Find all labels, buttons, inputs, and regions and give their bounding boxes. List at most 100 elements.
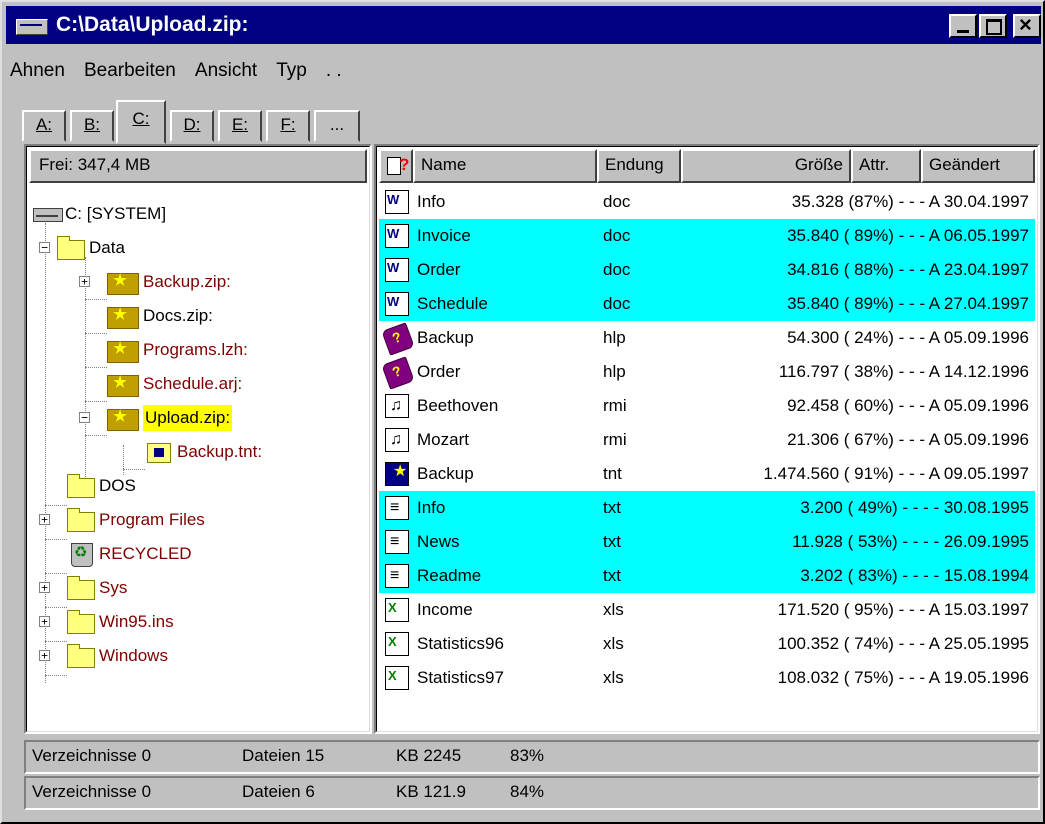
file-name: Backup: [417, 464, 474, 483]
file-name: Schedule: [417, 294, 488, 313]
tab-more-drives[interactable]: ...: [314, 110, 360, 142]
tab-drive-f[interactable]: F:: [266, 110, 310, 142]
tab-drive-b[interactable]: B:: [70, 110, 114, 142]
close-button[interactable]: ×: [1013, 12, 1041, 38]
file-extension: doc: [603, 226, 631, 245]
folder-icon: [67, 610, 95, 634]
file-type-icon: ?: [387, 155, 411, 175]
expand-icon[interactable]: +: [39, 514, 50, 525]
tree-item-dos[interactable]: DOS: [27, 469, 367, 503]
file-extension: hlp: [603, 328, 626, 347]
collapse-icon[interactable]: −: [79, 412, 90, 423]
menu-ahnen[interactable]: Ahnen: [10, 60, 65, 82]
column-header-attr[interactable]: Attr.: [851, 149, 921, 183]
file-row[interactable]: Schedule doc 35.840 ( 89%) - - - A 27.04.1…: [379, 285, 1035, 321]
file-row[interactable]: Info doc 35.328 (87%) - - - A 30.04.1997: [379, 183, 1035, 219]
file-extension: doc: [603, 192, 631, 211]
drive-icon: [16, 19, 48, 35]
menu-more[interactable]: . .: [326, 60, 342, 82]
tree-item-sys[interactable]: + Sys: [27, 571, 367, 605]
status-kb: KB 2245: [396, 746, 462, 765]
collapse-icon[interactable]: −: [39, 242, 50, 253]
tab-drive-d[interactable]: D:: [170, 110, 214, 142]
folder-tree-panel: Frei: 347,4 MB C: [SYSTEM] − Data + ★ Ba…: [24, 144, 372, 734]
tree-item-backup-zip[interactable]: + Backup.zip:: [27, 265, 367, 299]
status-dirs: Verzeichnisse 0: [32, 782, 152, 801]
file-row[interactable]: Info txt 3.200 ( 49%) - - - - 30.08.1995: [379, 491, 1035, 525]
file-row[interactable]: Mozart rmi 21.306 ( 67%) - - - A 05.09.199…: [379, 423, 1035, 457]
window-title: C:\Data\Upload.zip:: [56, 13, 249, 36]
tree-item-windows[interactable]: + Windows: [27, 639, 367, 673]
file-size-attr-date: 35.840 ( 89%) - - - A 06.05.1997: [787, 226, 1029, 245]
tree-item-program-files[interactable]: + Program Files: [27, 503, 367, 537]
recycle-bin-icon: [71, 542, 93, 567]
file-row[interactable]: Invoice doc 35.840 ( 89%) - - - A 06.05.19…: [379, 217, 1035, 253]
status-files: Dateien 15: [242, 746, 325, 765]
column-header-endung[interactable]: Endung: [597, 149, 681, 183]
status-percent: 83%: [510, 746, 545, 765]
expand-icon[interactable]: +: [39, 616, 50, 627]
file-size-attr-date: 21.306 ( 67%) - - - A 05.09.1996: [787, 430, 1029, 449]
file-row[interactable]: Beethoven rmi 92.458 ( 60%) - - - A 05.09.…: [379, 389, 1035, 423]
app-window: C:\Data\Upload.zip: × Ahnen Bearbeiten A…: [0, 0, 1045, 824]
column-header-groesse[interactable]: Größe: [681, 149, 851, 183]
file-row[interactable]: Readme txt 3.202 ( 83%) - - - - 15.08.1994: [379, 559, 1035, 593]
tree-item-recycled[interactable]: RECYCLED: [27, 537, 367, 571]
tab-drive-c[interactable]: C:: [116, 100, 166, 144]
maximize-button[interactable]: [979, 14, 1007, 38]
expand-icon[interactable]: +: [39, 650, 50, 661]
file-name: Statistics97: [417, 668, 504, 687]
file-extension: xls: [603, 634, 624, 653]
tree-label: DOS: [99, 476, 136, 495]
file-row[interactable]: Statistics96 xls 100.352 ( 74%) - - - A 25…: [379, 625, 1035, 661]
column-header-name[interactable]: Name: [413, 149, 597, 183]
file-name: News: [417, 532, 460, 551]
file-row[interactable]: Statistics97 xls 108.032 ( 75%) - - - A 19…: [379, 659, 1035, 695]
menu-typ[interactable]: Typ: [276, 60, 307, 82]
tree-item-data[interactable]: − Data: [27, 231, 367, 265]
tree-label: Data: [89, 238, 125, 257]
file-row[interactable]: Order doc 34.816 ( 88%) - - - A 23.04.1997: [379, 251, 1035, 287]
tree-item-programs-lzh[interactable]: Programs.lzh:: [27, 333, 367, 367]
tree-item-backup-tnt[interactable]: Backup.tnt:: [27, 435, 367, 469]
status-kb: KB 121.9: [396, 782, 466, 801]
file-size-attr-date: 171.520 ( 95%) - - - A 15.03.1997: [777, 600, 1029, 619]
tree-label: Schedule.arj:: [143, 374, 243, 393]
text-file-icon: [385, 559, 409, 593]
menu-bearbeiten[interactable]: Bearbeiten: [84, 60, 176, 82]
tab-drive-e[interactable]: E:: [218, 110, 262, 142]
file-row[interactable]: Income xls 171.520 ( 95%) - - - A 15.03.19…: [379, 591, 1035, 627]
minimize-button[interactable]: [949, 14, 977, 38]
tab-drive-a[interactable]: A:: [22, 110, 66, 142]
file-row[interactable]: News txt 11.928 ( 53%) - - - - 26.09.1995: [379, 525, 1035, 559]
folder-icon: [67, 644, 95, 668]
tree-item-docs-zip[interactable]: Docs.zip:: [27, 299, 367, 333]
file-extension: hlp: [603, 362, 626, 381]
file-row[interactable]: Backup tnt 1.474.560 ( 91%) - - - A 09.05.…: [379, 457, 1035, 491]
tnt-folder-icon: [147, 443, 171, 463]
column-header-geaendert[interactable]: Geändert: [921, 149, 1035, 183]
expand-icon[interactable]: +: [79, 276, 90, 287]
menu-ansicht[interactable]: Ansicht: [195, 60, 257, 82]
expand-icon[interactable]: +: [39, 582, 50, 593]
tree-item-upload-zip[interactable]: − Upload.zip:: [27, 401, 367, 435]
file-row[interactable]: Order hlp 116.797 ( 38%) - - - A 14.12.199…: [379, 355, 1035, 390]
drive-icon: [33, 208, 63, 222]
tree-item-win95-ins[interactable]: + Win95.ins: [27, 605, 367, 639]
file-size-attr-date: 11.928 ( 53%) - - - - 26.09.1995: [792, 532, 1029, 551]
file-row[interactable]: Backup hlp 54.300 ( 24%) - - - A 05.09.199…: [379, 321, 1035, 356]
file-name: Readme: [417, 566, 482, 585]
tree-label: Backup.zip:: [143, 272, 231, 291]
tree-item-schedule-arj[interactable]: Schedule.arj:: [27, 367, 367, 401]
file-name: Income: [417, 600, 473, 619]
close-icon: ×: [1019, 12, 1032, 37]
file-size-attr-date: 92.458 ( 60%) - - - A 05.09.1996: [787, 396, 1029, 415]
tree-item-drive-c[interactable]: C: [SYSTEM]: [27, 197, 367, 231]
type-column-header[interactable]: ?: [379, 149, 413, 183]
tab-label: E:: [231, 115, 249, 134]
file-extension: doc: [603, 260, 631, 279]
title-bar[interactable]: C:\Data\Upload.zip: ×: [6, 6, 1041, 44]
file-size-attr-date: 34.816 ( 88%) - - - A 23.04.1997: [787, 260, 1029, 279]
file-extension: tnt: [603, 464, 622, 483]
tree-label: Upload.zip:: [143, 405, 233, 431]
